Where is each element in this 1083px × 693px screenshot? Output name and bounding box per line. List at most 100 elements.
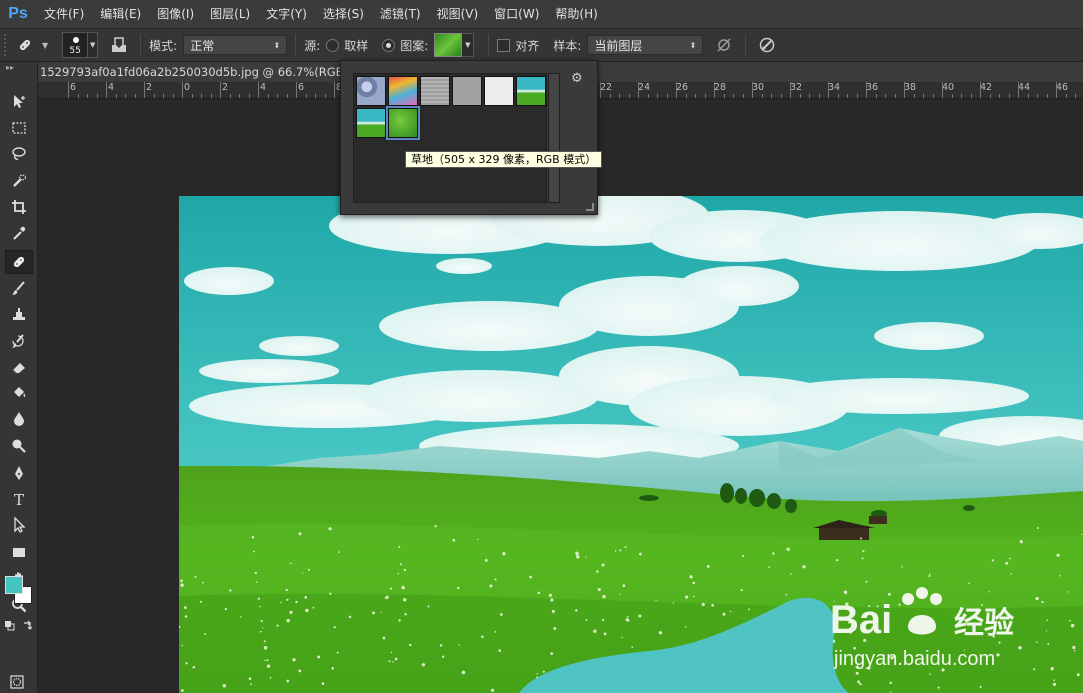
source-sampled-radio[interactable] bbox=[326, 38, 340, 52]
foreground-color-swatch[interactable] bbox=[5, 576, 23, 594]
quick-selection-tool-button[interactable] bbox=[5, 169, 33, 193]
dodge-tool-button[interactable] bbox=[5, 434, 33, 458]
ruler-tick bbox=[828, 82, 829, 98]
pattern-dropdown-icon[interactable]: ▼ bbox=[462, 33, 475, 57]
ruler-label: 4 bbox=[108, 82, 115, 93]
rectangle-tool-icon bbox=[13, 548, 25, 557]
brush-size: 55 bbox=[69, 46, 81, 56]
swap-colors-button[interactable] bbox=[22, 620, 36, 637]
eyedropper-tool-icon bbox=[13, 226, 26, 240]
ruler-tick bbox=[809, 94, 810, 98]
menu-file[interactable]: 文件(F) bbox=[36, 0, 92, 28]
menu-type[interactable]: 文字(Y) bbox=[258, 0, 315, 28]
swap-colors-icon bbox=[24, 620, 33, 630]
default-colors-button[interactable] bbox=[4, 620, 18, 637]
crop-tool-icon bbox=[12, 200, 26, 214]
healing-brush-tool-button[interactable] bbox=[5, 250, 33, 274]
ruler-label: 2 bbox=[146, 82, 153, 93]
ruler-tick bbox=[866, 82, 867, 98]
menu-select[interactable]: 选择(S) bbox=[315, 0, 372, 28]
panel-collapse-icon[interactable]: ▸▸ bbox=[0, 62, 37, 74]
eraser-tool-button[interactable] bbox=[5, 355, 33, 379]
brush-dropdown-icon[interactable]: ▼ bbox=[88, 32, 99, 58]
resize-handle-icon[interactable] bbox=[586, 203, 594, 211]
clone-stamp-tool-button[interactable] bbox=[5, 302, 33, 326]
pattern-thumb-bubbles[interactable] bbox=[356, 76, 386, 106]
options-grip[interactable] bbox=[4, 34, 12, 56]
watermark: Bai 经验 jingyan.baidu.com bbox=[830, 575, 1080, 675]
pen-tool-button[interactable] bbox=[5, 461, 33, 485]
brush-preset-picker[interactable]: 55 bbox=[62, 32, 89, 58]
eyedropper-tool-button[interactable] bbox=[5, 221, 33, 245]
pen-tool-icon bbox=[15, 466, 23, 480]
move-tool-button[interactable] bbox=[5, 89, 33, 113]
type-tool-button[interactable]: T bbox=[5, 487, 33, 511]
ruler-tick bbox=[1056, 82, 1057, 98]
ruler-tick bbox=[628, 94, 630, 98]
pattern-picker-popup: ⚙ bbox=[340, 60, 598, 215]
ruler-tick bbox=[1018, 82, 1019, 98]
ruler-tick bbox=[115, 94, 117, 98]
menu-window[interactable]: 窗口(W) bbox=[486, 0, 547, 28]
mode-select[interactable]: 正常 ⬍ bbox=[183, 35, 288, 55]
ruler-label: 2 bbox=[222, 82, 229, 93]
ruler-label: 4 bbox=[260, 82, 267, 93]
ruler-label: 0 bbox=[184, 82, 191, 93]
pattern-thumb-landscape-1[interactable] bbox=[516, 76, 546, 106]
aligned-checkbox[interactable] bbox=[497, 38, 511, 52]
separator bbox=[488, 34, 490, 56]
type-tool-icon: T bbox=[14, 491, 24, 508]
ruler-tick bbox=[685, 94, 687, 98]
separator bbox=[295, 34, 297, 56]
eraser-tool-icon bbox=[12, 363, 25, 375]
select-arrows-icon: ⬍ bbox=[273, 40, 281, 50]
ruler-tick bbox=[704, 94, 706, 98]
path-selection-tool-icon bbox=[14, 516, 26, 533]
history-brush-tool-button[interactable] bbox=[5, 329, 33, 353]
ruler-tick bbox=[305, 94, 307, 98]
quick-mask-button[interactable] bbox=[10, 675, 24, 692]
ruler-tick bbox=[695, 94, 696, 98]
pattern-thumb-grass[interactable] bbox=[386, 106, 420, 140]
svg-text:T: T bbox=[14, 491, 24, 508]
tool-preset-dropdown-icon[interactable]: ▼ bbox=[42, 41, 48, 50]
ruler-tick bbox=[1027, 94, 1029, 98]
sample-select[interactable]: 当前图层 ⬍ bbox=[587, 35, 704, 55]
pattern-swatch[interactable] bbox=[434, 33, 463, 57]
pressure-size-icon[interactable] bbox=[754, 33, 780, 57]
menu-filter[interactable]: 滤镜(T) bbox=[372, 0, 429, 28]
pattern-thumb-gray-solid[interactable] bbox=[452, 76, 482, 106]
menu-help[interactable]: 帮助(H) bbox=[547, 0, 605, 28]
clone-source-panel-icon[interactable] bbox=[106, 33, 132, 57]
sample-value: 当前图层 bbox=[594, 38, 643, 53]
pattern-thumb-landscape-2[interactable] bbox=[356, 108, 386, 138]
source-pattern-radio[interactable] bbox=[382, 38, 396, 52]
quick-mask-icon bbox=[10, 675, 24, 689]
menu-edit[interactable]: 编辑(E) bbox=[92, 0, 149, 28]
paint-bucket-tool-button[interactable] bbox=[5, 381, 33, 405]
menu-image[interactable]: 图像(I) bbox=[149, 0, 202, 28]
ruler-tick bbox=[818, 94, 820, 98]
crop-tool-button[interactable] bbox=[5, 195, 33, 219]
pattern-grid-scrollbar[interactable] bbox=[548, 73, 560, 203]
lasso-tool-button[interactable] bbox=[5, 142, 33, 166]
ignore-adjustment-layers-icon[interactable] bbox=[711, 33, 737, 57]
path-selection-tool-button[interactable] bbox=[5, 513, 33, 537]
brush-tool-button[interactable] bbox=[5, 276, 33, 300]
marquee-tool-button[interactable] bbox=[5, 116, 33, 140]
pattern-thumb-gray-granite[interactable] bbox=[420, 76, 450, 106]
ruler-tick bbox=[666, 94, 668, 98]
pattern-thumb-white-solid[interactable] bbox=[484, 76, 514, 106]
gear-icon[interactable]: ⚙ bbox=[571, 71, 587, 87]
lasso-tool-icon bbox=[12, 147, 26, 160]
brush-tool-icon bbox=[12, 281, 25, 295]
pattern-thumb-tie-dye[interactable] bbox=[388, 76, 418, 106]
blur-tool-button[interactable] bbox=[5, 407, 33, 431]
menu-layer[interactable]: 图层(L) bbox=[202, 0, 258, 28]
patch-tool-preset-icon[interactable] bbox=[12, 33, 38, 57]
menu-view[interactable]: 视图(V) bbox=[429, 0, 487, 28]
ruler-tick bbox=[1065, 94, 1067, 98]
ruler-tick bbox=[1046, 94, 1048, 98]
ruler-tick bbox=[799, 94, 801, 98]
rectangle-tool-button[interactable] bbox=[5, 540, 33, 564]
